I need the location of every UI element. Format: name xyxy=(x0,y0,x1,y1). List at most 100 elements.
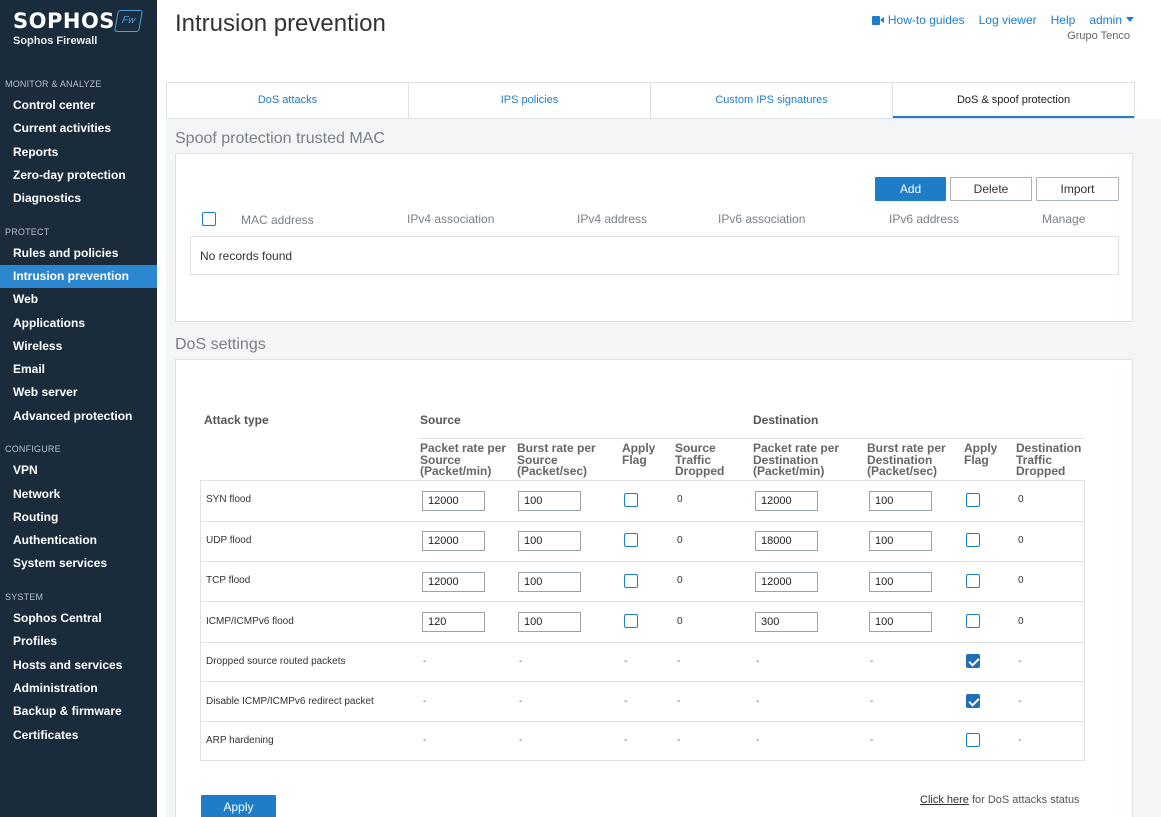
sidebar-item-routing[interactable]: Routing xyxy=(0,506,157,529)
icmp-dst-burst-rate-input[interactable]: 100 xyxy=(869,612,932,632)
tcp-src-packet-rate-input[interactable]: 12000 xyxy=(422,572,485,592)
chevron-down-icon xyxy=(1126,17,1134,22)
syn-dst-dropped: 0 xyxy=(1018,494,1024,505)
udp-dst-packet-rate-input[interactable]: 18000 xyxy=(755,531,818,551)
disable-icmp-redirect-checkbox[interactable] xyxy=(966,694,980,708)
sidebar-item-control-center[interactable]: Control center xyxy=(0,94,157,117)
dash: - xyxy=(1018,696,1022,707)
udp-src-burst-rate-input[interactable]: 100 xyxy=(518,531,581,551)
sidebar-item-email[interactable]: Email xyxy=(0,358,157,381)
sidebar-item-hosts-and-services[interactable]: Hosts and services xyxy=(0,654,157,677)
col-src-apply-flag: Apply Flag xyxy=(622,442,655,466)
user-menu[interactable]: admin xyxy=(1089,13,1134,27)
col-src-packet-rate-line3: (Packet/min) xyxy=(420,464,492,478)
dash: - xyxy=(423,696,427,707)
sidebar-item-profiles[interactable]: Profiles xyxy=(0,630,157,653)
syn-src-packet-rate-input[interactable]: 12000 xyxy=(422,491,485,511)
how-to-guides-link[interactable]: How-to guides xyxy=(871,13,965,27)
col-ipv6-association: IPv6 association xyxy=(718,212,806,226)
syn-dst-burst-rate-input[interactable]: 100 xyxy=(869,491,932,511)
col-dst-dropped: Destination Traffic Dropped xyxy=(1016,442,1081,478)
tab-dos-spoof-protection[interactable]: DoS & spoof protection xyxy=(893,83,1134,118)
import-button[interactable]: Import xyxy=(1036,177,1119,201)
sidebar-item-web[interactable]: Web xyxy=(0,288,157,311)
row-label-udp-flood: UDP flood xyxy=(206,535,252,546)
tcp-dst-apply-flag-checkbox[interactable] xyxy=(966,574,980,588)
dropped-source-routed-checkbox[interactable] xyxy=(966,654,980,668)
sidebar-item-vpn[interactable]: VPN xyxy=(0,459,157,482)
row-label-disable-icmp-redirect: Disable ICMP/ICMPv6 redirect packet xyxy=(206,696,374,707)
icmp-dst-dropped: 0 xyxy=(1018,616,1024,627)
nav-section-protect: PROTECT xyxy=(5,227,50,237)
nav-section-configure: CONFIGURE xyxy=(5,444,61,454)
log-viewer-link[interactable]: Log viewer xyxy=(979,13,1037,27)
sidebar-item-backup-firmware[interactable]: Backup & firmware xyxy=(0,700,157,723)
org-name: Grupo Tenco xyxy=(1067,30,1130,42)
udp-src-packet-rate-input[interactable]: 12000 xyxy=(422,531,485,551)
dos-status-text: Click here for DoS attacks status xyxy=(920,794,1080,806)
apply-button[interactable]: Apply xyxy=(201,795,276,817)
col-dst-burst-rate: Burst rate per Destination (Packet/sec) xyxy=(867,442,946,478)
sidebar-item-applications[interactable]: Applications xyxy=(0,312,157,335)
sidebar-item-sophos-central[interactable]: Sophos Central xyxy=(0,607,157,630)
row-label-icmp-flood: ICMP/ICMPv6 flood xyxy=(206,616,294,627)
brand[interactable]: SOPHOS Sophos Firewall xyxy=(13,9,115,47)
dash: - xyxy=(519,735,523,746)
col-ipv4-address: IPv4 address xyxy=(577,212,648,226)
sidebar-item-wireless[interactable]: Wireless xyxy=(0,335,157,358)
dash: - xyxy=(677,735,681,746)
select-all-checkbox[interactable] xyxy=(202,212,216,226)
syn-dst-packet-rate-input[interactable]: 12000 xyxy=(755,491,818,511)
tab-custom-ips-signatures[interactable]: Custom IPS signatures xyxy=(651,83,893,118)
sidebar-item-advanced-protection[interactable]: Advanced protection xyxy=(0,405,157,428)
udp-src-apply-flag-checkbox[interactable] xyxy=(624,533,638,547)
video-icon xyxy=(871,16,884,25)
sidebar-item-diagnostics[interactable]: Diagnostics xyxy=(0,187,157,210)
sidebar-item-network[interactable]: Network xyxy=(0,483,157,506)
tcp-dst-dropped: 0 xyxy=(1018,575,1024,586)
icmp-dst-apply-flag-checkbox[interactable] xyxy=(966,614,980,628)
udp-dst-dropped: 0 xyxy=(1018,535,1024,546)
brand-product: Sophos Firewall xyxy=(13,35,98,47)
icmp-src-burst-rate-input[interactable]: 100 xyxy=(518,612,581,632)
icmp-dst-packet-rate-input[interactable]: 300 xyxy=(755,612,818,632)
tcp-src-apply-flag-checkbox[interactable] xyxy=(624,574,638,588)
syn-dst-apply-flag-checkbox[interactable] xyxy=(966,493,980,507)
sidebar: SOPHOS Sophos Firewall Fw MONITOR & ANAL… xyxy=(0,0,157,817)
col-mac-address: MAC address xyxy=(241,213,314,227)
sidebar-item-administration[interactable]: Administration xyxy=(0,677,157,700)
dash: - xyxy=(677,696,681,707)
click-here-link[interactable]: Click here xyxy=(920,794,969,806)
sidebar-item-certificates[interactable]: Certificates xyxy=(0,724,157,747)
sidebar-item-reports[interactable]: Reports xyxy=(0,141,157,164)
udp-dst-apply-flag-checkbox[interactable] xyxy=(966,533,980,547)
help-link[interactable]: Help xyxy=(1051,13,1076,27)
dos-section-title: DoS settings xyxy=(175,336,266,353)
sidebar-item-authentication[interactable]: Authentication xyxy=(0,529,157,552)
col-dst-packet-rate: Packet rate per Destination (Packet/min) xyxy=(753,442,839,478)
sidebar-item-rules-and-policies[interactable]: Rules and policies xyxy=(0,242,157,265)
arp-hardening-checkbox[interactable] xyxy=(966,733,980,747)
udp-dst-burst-rate-input[interactable]: 100 xyxy=(869,531,932,551)
col-dst-dropped-line3: Dropped xyxy=(1016,464,1066,478)
tab-dos-attacks[interactable]: DoS attacks xyxy=(167,83,409,118)
col-dst-apply-flag: Apply Flag xyxy=(964,442,997,466)
add-button[interactable]: Add xyxy=(875,177,946,201)
icmp-src-packet-rate-input[interactable]: 120 xyxy=(422,612,485,632)
syn-src-apply-flag-checkbox[interactable] xyxy=(624,493,638,507)
sidebar-item-current-activities[interactable]: Current activities xyxy=(0,117,157,140)
tcp-dst-burst-rate-input[interactable]: 100 xyxy=(869,572,932,592)
page-title: Intrusion prevention xyxy=(175,10,386,37)
icmp-src-apply-flag-checkbox[interactable] xyxy=(624,614,638,628)
delete-button[interactable]: Delete xyxy=(950,177,1032,201)
sidebar-item-web-server[interactable]: Web server xyxy=(0,381,157,404)
sidebar-item-system-services[interactable]: System services xyxy=(0,552,157,575)
tcp-dst-packet-rate-input[interactable]: 12000 xyxy=(755,572,818,592)
syn-src-burst-rate-input[interactable]: 100 xyxy=(518,491,581,511)
dash: - xyxy=(870,656,874,667)
tab-ips-policies[interactable]: IPS policies xyxy=(409,83,651,118)
sidebar-item-zero-day-protection[interactable]: Zero-day protection xyxy=(0,164,157,187)
sidebar-item-intrusion-prevention[interactable]: Intrusion prevention xyxy=(0,265,157,288)
tcp-src-burst-rate-input[interactable]: 100 xyxy=(518,572,581,592)
dash: - xyxy=(756,696,760,707)
